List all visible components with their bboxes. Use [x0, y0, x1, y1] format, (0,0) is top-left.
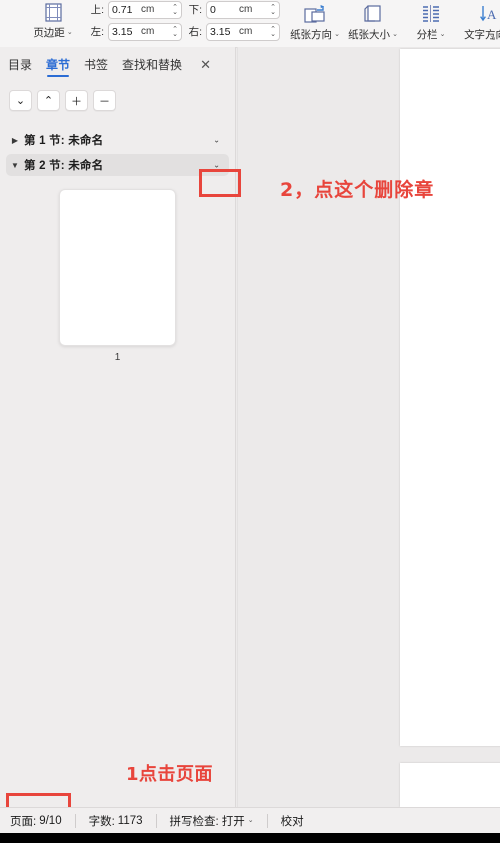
add-section-button[interactable]: ＋ [65, 90, 88, 111]
chevron-down-icon: ⌄ [66, 29, 73, 36]
remove-section-button[interactable]: － [93, 90, 116, 111]
columns-button[interactable]: 分栏 ⌄ [402, 0, 460, 42]
status-spellcheck[interactable]: 拼写检查: 打开 ⌄ [170, 813, 254, 829]
margin-bottom-input[interactable]: 0 cm ⌃ ⌄ [206, 0, 280, 19]
tab-catalog-label: 目录 [8, 58, 33, 72]
margin-left-stepper[interactable]: ⌃ ⌄ [172, 26, 178, 38]
paper-size-button[interactable]: 纸张大小 ⌄ [344, 0, 402, 42]
collapse-arrow-icon[interactable]: ▼ [6, 161, 24, 170]
minus-icon: － [99, 95, 110, 108]
page-margins-icon [44, 3, 62, 22]
margin-top-label: 上: [90, 4, 104, 16]
tab-find-replace-label: 查找和替换 [122, 58, 183, 72]
screen-bottom-edge [0, 833, 500, 843]
tab-bookmarks-label: 书签 [84, 58, 109, 72]
tab-find-replace[interactable]: 查找和替换 [122, 47, 182, 82]
margin-right-stepper[interactable]: ⌃ ⌄ [270, 26, 276, 38]
page-setup-group: 页边距 ⌄ 上: 0.71 cm ⌃ ⌄ 下: 0 cm ⌃ ⌄ 左: 3.15… [0, 0, 280, 47]
navigation-panel: 目录 章节 书签 查找和替换 ✕ ⌄ ⌃ ＋ － ▶ 第 1 节: 未命名 ⌄ … [0, 47, 236, 807]
layout-buttons-group: 纸张方向 ⌄ 纸张大小 ⌄ 分栏 ⌄ A 文字方 [280, 0, 500, 47]
status-page-value: 9/10 [39, 814, 62, 827]
chevron-down-icon: ⌄ [15, 95, 26, 107]
section-row-2-label: 第 2 节: 未命名 [24, 160, 104, 172]
status-proofread-label: 校对 [280, 815, 304, 828]
margin-top-value: 0.71 [112, 3, 133, 16]
margin-right-input[interactable]: 3.15 cm ⌃ ⌄ [206, 22, 280, 41]
svg-text:A: A [487, 7, 497, 22]
chevron-down-icon: ⌄ [392, 31, 398, 38]
margin-left-unit: cm [141, 26, 155, 37]
margin-right-value: 3.15 [210, 25, 231, 38]
section-row-2-menu-icon[interactable]: ⌄ [213, 161, 220, 170]
status-proofread[interactable]: 校对 [281, 813, 304, 829]
document-page-2[interactable] [400, 763, 500, 807]
status-bar: 页面: 9/10 字数: 1173 拼写检查: 打开 ⌄ 校对 [0, 807, 500, 833]
margin-top-unit: cm [141, 4, 155, 15]
tab-bookmarks[interactable]: 书签 [84, 47, 108, 82]
page-orientation-button[interactable]: 纸张方向 ⌄ [286, 0, 344, 42]
columns-label: 分栏 [416, 29, 438, 41]
close-icon[interactable]: ✕ [200, 57, 211, 73]
ribbon-toolbar: 页边距 ⌄ 上: 0.71 cm ⌃ ⌄ 下: 0 cm ⌃ ⌄ 左: 3.15… [0, 0, 500, 48]
margin-left-label: 左: [90, 26, 104, 38]
status-word-count[interactable]: 字数: 1173 [89, 813, 143, 829]
margin-left-input[interactable]: 3.15 cm ⌃ ⌄ [108, 22, 182, 41]
word-processor-window: 页边距 ⌄ 上: 0.71 cm ⌃ ⌄ 下: 0 cm ⌃ ⌄ 左: 3.15… [0, 0, 500, 843]
margin-fields: 上: 0.71 cm ⌃ ⌄ 下: 0 cm ⌃ ⌄ 左: 3.15 cm ⌃ … [88, 0, 280, 41]
paper-size-icon [363, 3, 383, 24]
margins-label: 页边距 [33, 27, 65, 39]
margin-bottom-stepper[interactable]: ⌃ ⌄ [270, 4, 276, 16]
section-row-1[interactable]: ▶ 第 1 节: 未命名 ⌄ [6, 129, 229, 151]
status-page-label: 页面: [10, 815, 37, 828]
plus-icon: ＋ [71, 95, 82, 108]
page-thumbnail[interactable] [59, 189, 176, 346]
status-spellcheck-value: 打开 [221, 815, 245, 828]
margin-bottom-label: 下: [188, 4, 202, 16]
move-up-button[interactable]: ⌃ [37, 90, 60, 111]
status-words-value: 1173 [117, 814, 143, 827]
tab-sections-label: 章节 [46, 58, 71, 72]
tab-catalog[interactable]: 目录 [8, 47, 32, 82]
status-spellcheck-label: 拼写检查: [169, 815, 219, 828]
status-divider [155, 813, 157, 828]
columns-icon [421, 3, 441, 24]
margin-right-unit: cm [239, 26, 253, 37]
margin-right-label: 右: [188, 26, 202, 38]
ribbon-expand-icon[interactable]: ↘ [489, 33, 496, 42]
chevron-down-icon: ⌄ [439, 31, 446, 38]
status-divider [266, 813, 268, 828]
margins-button[interactable]: 页边距 ⌄ [22, 0, 84, 40]
page-orientation-label: 纸张方向 [290, 29, 333, 41]
expand-arrow-icon[interactable]: ▶ [6, 136, 24, 145]
navigation-tabs: 目录 章节 书签 查找和替换 ✕ [0, 47, 235, 82]
section-row-1-label: 第 1 节: 未命名 [24, 135, 104, 147]
paper-size-label: 纸张大小 [348, 29, 391, 41]
move-down-button[interactable]: ⌄ [9, 90, 32, 111]
annotation-delete-section: 2，点这个删除章 [280, 179, 435, 201]
margin-top-stepper[interactable]: ⌃ ⌄ [172, 4, 178, 16]
document-workspace[interactable] [237, 47, 500, 807]
chevron-up-icon: ⌃ [43, 95, 54, 107]
margin-left-value: 3.15 [112, 25, 133, 38]
margin-bottom-value: 0 [210, 3, 216, 16]
section-row-2[interactable]: ▼ 第 2 节: 未命名 ⌄ [6, 154, 229, 176]
annotation-click-page: 1点击页面 [126, 764, 214, 785]
page-orientation-icon [304, 3, 326, 24]
page-thumbnail-number: 1 [114, 352, 121, 363]
document-page-1[interactable] [400, 49, 500, 746]
page-thumbnail-list: 1 [0, 179, 235, 363]
section-row-1-menu-icon[interactable]: ⌄ [213, 136, 220, 145]
text-direction-icon: A [479, 3, 499, 24]
status-page-indicator[interactable]: 页面: 9/10 [10, 813, 62, 829]
chevron-down-icon[interactable]: ⌄ [248, 817, 254, 824]
section-toolbar: ⌄ ⌃ ＋ － [0, 82, 235, 117]
panel-divider [237, 47, 238, 807]
section-list: ▶ 第 1 节: 未命名 ⌄ ▼ 第 2 节: 未命名 ⌄ [0, 117, 235, 176]
margin-top-input[interactable]: 0.71 cm ⌃ ⌄ [108, 0, 182, 19]
status-words-label: 字数: [88, 815, 115, 828]
chevron-down-icon: ⌄ [334, 31, 340, 38]
tab-sections[interactable]: 章节 [46, 47, 70, 82]
status-divider [74, 813, 76, 828]
margin-bottom-unit: cm [239, 4, 253, 15]
